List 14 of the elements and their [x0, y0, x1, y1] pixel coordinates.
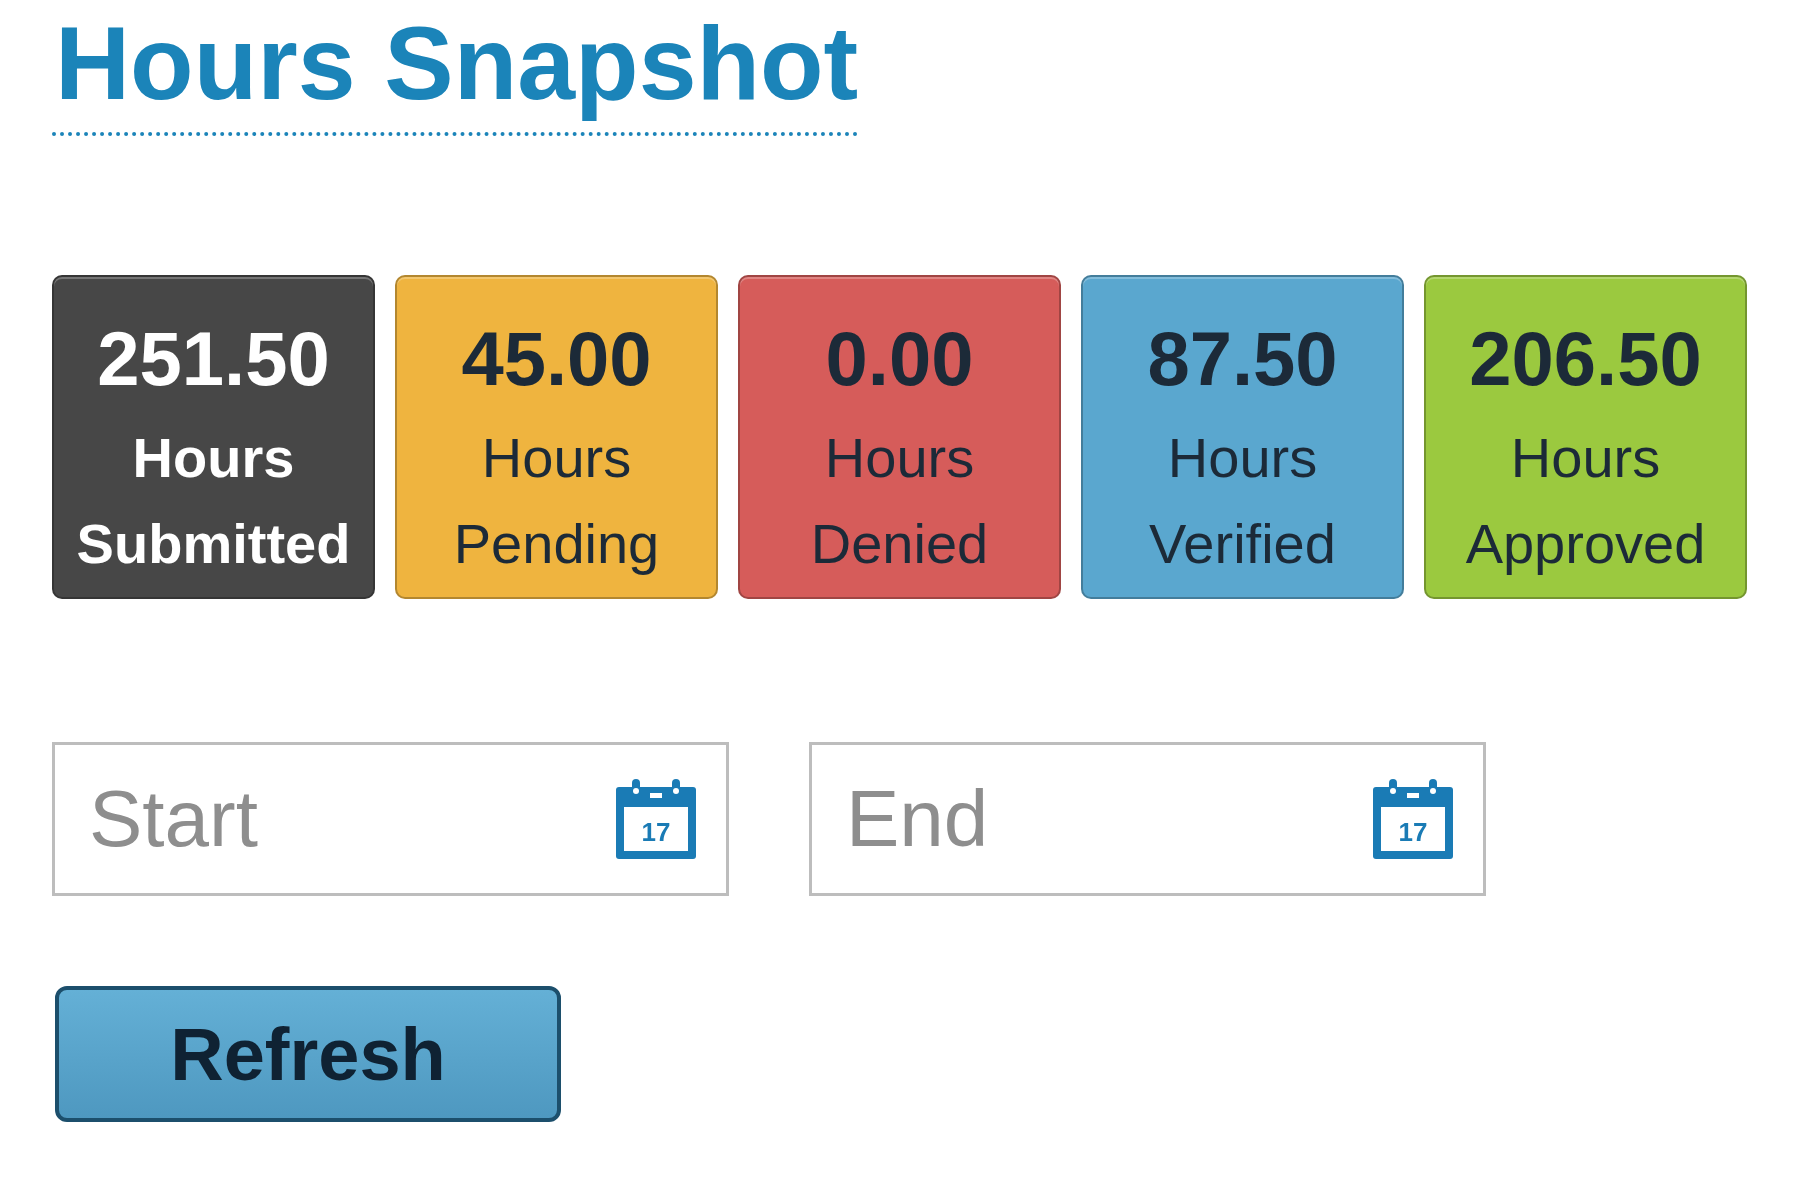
date-field[interactable]: Start 17 [52, 742, 729, 896]
tile-value: 206.50 [1469, 315, 1702, 403]
tile-label: Hours Denied [809, 425, 990, 577]
tile-label: Hours Verified [1148, 425, 1337, 577]
page-title: Hours Snapshot [52, 11, 859, 136]
tile-value: 251.50 [97, 315, 330, 403]
tile-value: 87.50 [1147, 315, 1338, 403]
tile-label: Hours Submitted [75, 425, 352, 577]
date-field[interactable]: End 17 [809, 742, 1486, 896]
tile-label: Hours Approved [1464, 425, 1707, 577]
refresh-button[interactable]: Refresh [55, 986, 561, 1122]
tile-label: Hours Pending [452, 425, 661, 577]
tile-value: 45.00 [461, 315, 652, 403]
tile-value: 0.00 [825, 315, 974, 403]
